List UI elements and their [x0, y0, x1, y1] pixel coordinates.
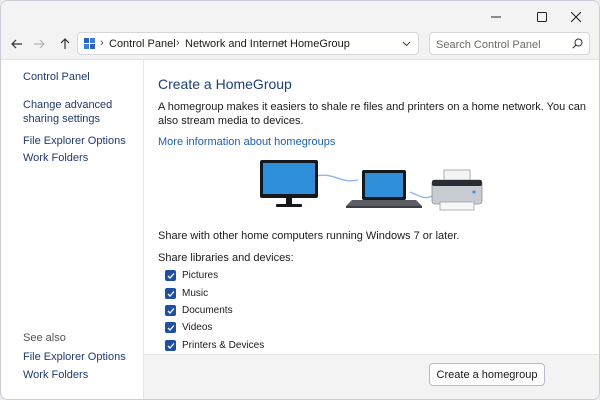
- control-panel-window: › Control Panel › Network and Internet ›…: [0, 0, 600, 400]
- checkbox-printers-devices[interactable]: [165, 340, 176, 351]
- checkmark-icon: [167, 290, 174, 297]
- sidebar-link-file-explorer-options[interactable]: File Explorer Options: [23, 134, 135, 148]
- breadcrumb-control-panel[interactable]: Control Panel: [109, 38, 176, 50]
- see-also-link-file-explorer-options[interactable]: File Explorer Options: [23, 350, 135, 364]
- breadcrumb-separator: ›: [176, 37, 180, 49]
- checkbox-row-documents[interactable]: Documents: [165, 304, 233, 317]
- main-content: Create a HomeGroup A homegroup makes it …: [144, 60, 599, 399]
- close-icon: [571, 12, 581, 22]
- checkmark-icon: [167, 324, 174, 331]
- maximize-icon: [537, 12, 547, 22]
- checkbox-row-videos[interactable]: Videos: [165, 321, 212, 334]
- sidebar-link-control-panel-home[interactable]: Control Panel: [23, 70, 135, 84]
- checkbox-pictures[interactable]: [165, 270, 176, 281]
- checkbox-label: Music: [182, 288, 209, 299]
- homegroup-illustration: [260, 160, 483, 211]
- checkbox-videos[interactable]: [165, 322, 176, 333]
- arrow-up-icon: [60, 38, 70, 49]
- minimize-icon: [491, 16, 501, 18]
- checkbox-music[interactable]: [165, 288, 176, 299]
- checkmark-icon: [167, 342, 174, 349]
- intro-text: A homegroup makes it easiers to shale re…: [158, 101, 587, 127]
- arrow-right-icon: [34, 39, 45, 49]
- breadcrumb-separator: ›: [100, 37, 104, 49]
- dialog-footer: Create a homegroup: [144, 354, 599, 399]
- checkbox-documents[interactable]: [165, 305, 176, 316]
- breadcrumb-homegroup[interactable]: HomeGroup: [290, 38, 350, 50]
- checkmark-icon: [167, 307, 174, 314]
- checkbox-row-printers-devices[interactable]: Printers & Devices: [165, 339, 264, 352]
- sidebar-link-advanced-sharing[interactable]: Change advanced sharing settings: [23, 98, 135, 126]
- arrow-left-icon: [11, 39, 22, 49]
- printer-icon: [431, 169, 483, 211]
- see-also-label: See also: [23, 332, 66, 344]
- back-button[interactable]: [5, 33, 29, 55]
- checkbox-label: Videos: [182, 322, 213, 333]
- search-input[interactable]: [434, 35, 568, 54]
- checkbox-label: Documents: [182, 305, 233, 316]
- checkbox-label: Pictures: [182, 270, 219, 281]
- sidebar-link-work-folders[interactable]: Work Folders: [23, 151, 135, 165]
- sidebar: Control Panel Change advanced sharing se…: [1, 60, 144, 399]
- search-box: [429, 32, 590, 55]
- create-homegroup-button[interactable]: Create a homegroup: [429, 363, 545, 386]
- checkbox-row-music[interactable]: Music: [165, 287, 208, 300]
- checkmark-icon: [167, 272, 174, 279]
- chevron-down-icon[interactable]: [402, 39, 411, 48]
- see-also-link-work-folders[interactable]: Work Folders: [23, 368, 135, 382]
- forward-button[interactable]: [27, 33, 51, 55]
- page-title: Create a HomeGroup: [158, 76, 292, 92]
- address-bar[interactable]: › Control Panel › Network and Internet ›…: [77, 32, 419, 55]
- desktop-computer-icon: [260, 160, 318, 207]
- navigation-bar: › Control Panel › Network and Internet ›…: [1, 29, 599, 60]
- libraries-label: Share libraries and devices:: [158, 252, 294, 264]
- search-icon[interactable]: [572, 38, 583, 49]
- laptop-icon: [346, 170, 422, 208]
- checkbox-label: Printers & Devices: [182, 340, 265, 351]
- share-description: Share with other home computers running …: [158, 230, 460, 242]
- breadcrumb-network-and-internet[interactable]: Network and Internet: [185, 38, 287, 50]
- checkbox-row-pictures[interactable]: Pictures: [165, 269, 218, 282]
- control-panel-icon: [84, 38, 95, 49]
- more-info-link[interactable]: More information about homegroups: [158, 136, 335, 148]
- breadcrumb-separator: ›: [281, 37, 285, 49]
- up-button[interactable]: [53, 33, 77, 55]
